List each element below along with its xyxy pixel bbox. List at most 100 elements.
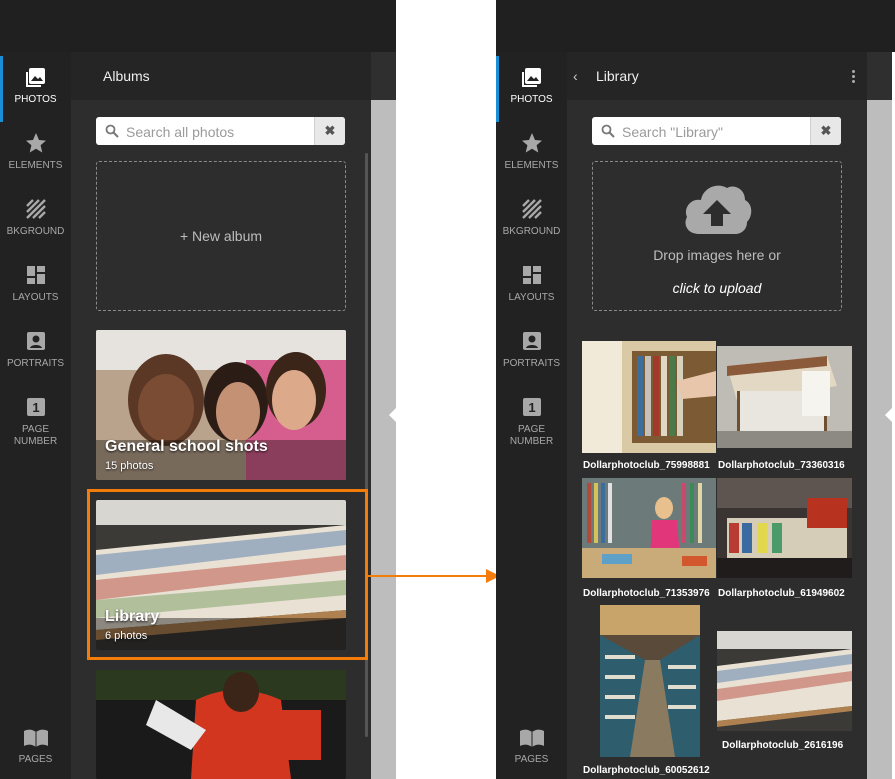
search-icon bbox=[601, 124, 615, 138]
stripes-icon bbox=[25, 199, 46, 219]
photo-image bbox=[717, 346, 852, 448]
upload-dropzone[interactable]: Drop images here or click to upload bbox=[592, 161, 842, 311]
rail-item-portraits[interactable]: PORTRAITS bbox=[0, 330, 71, 370]
canvas-area bbox=[371, 100, 396, 779]
arrow-line bbox=[368, 575, 488, 577]
photo-thumbnail[interactable] bbox=[717, 631, 852, 731]
layout-grid-icon bbox=[522, 266, 541, 284]
photo-thumbnail[interactable] bbox=[582, 341, 716, 453]
rail-label: BKGROUND bbox=[502, 226, 561, 237]
rail-label: PAGE bbox=[517, 424, 546, 435]
rail-label: PAGE bbox=[21, 424, 50, 435]
rail-label: PAGES bbox=[18, 754, 53, 765]
rail-item-photos[interactable]: PHOTOS bbox=[496, 56, 567, 122]
album-card-sports[interactable] bbox=[96, 670, 346, 779]
collapse-panel-icon[interactable] bbox=[885, 408, 892, 422]
drop-text: Drop images here or bbox=[653, 247, 781, 263]
photo-image bbox=[600, 605, 700, 757]
photo-thumbnail[interactable] bbox=[717, 478, 852, 578]
tool-rail: PHOTOS ELEMENTS BKGROUND LAYOUTS PORTRAI… bbox=[496, 52, 567, 779]
star-icon bbox=[25, 133, 46, 153]
rail-label: LAYOUTS bbox=[12, 292, 59, 303]
rail-item-layouts[interactable]: LAYOUTS bbox=[496, 264, 567, 304]
rail-label: PAGES bbox=[514, 754, 549, 765]
search-input[interactable]: Search all photos ✖ bbox=[96, 117, 345, 145]
photo-filename: Dollarphotoclub_73360316 bbox=[718, 460, 845, 471]
new-album-label: + New album bbox=[179, 228, 263, 244]
library-screen: PHOTOS ELEMENTS BKGROUND LAYOUTS PORTRAI… bbox=[496, 0, 895, 779]
rail-item-layouts[interactable]: LAYOUTS bbox=[0, 264, 71, 304]
rail-item-photos[interactable]: PHOTOS bbox=[0, 56, 71, 122]
rail-item-pages[interactable]: PAGES bbox=[0, 728, 71, 765]
cloud-upload-icon bbox=[685, 185, 752, 234]
panel-header: Albums bbox=[71, 52, 371, 100]
photo-image bbox=[717, 631, 852, 731]
rail-label: LAYOUTS bbox=[508, 292, 555, 303]
star-icon bbox=[521, 133, 542, 153]
photo-icon bbox=[25, 68, 45, 87]
photo-icon bbox=[521, 68, 541, 87]
canvas-edge bbox=[371, 52, 396, 779]
clear-search-button[interactable]: ✖ bbox=[314, 117, 345, 145]
stripes-icon bbox=[521, 199, 542, 219]
search-placeholder: Search "Library" bbox=[622, 124, 723, 140]
rail-item-portraits[interactable]: PORTRAITS bbox=[496, 330, 567, 370]
photo-thumbnail[interactable] bbox=[717, 346, 852, 448]
photo-image bbox=[717, 478, 852, 578]
book-icon bbox=[23, 729, 48, 747]
album-cover-image bbox=[96, 330, 346, 480]
rail-label: BKGROUND bbox=[6, 226, 65, 237]
layout-grid-icon bbox=[26, 266, 45, 284]
rail-item-background[interactable]: BKGROUND bbox=[0, 198, 71, 238]
albums-panel: Albums Search all photos ✖ + New album G… bbox=[71, 52, 371, 779]
page-number-icon: 1 bbox=[522, 398, 541, 416]
top-bar bbox=[0, 0, 396, 52]
rail-label: PORTRAITS bbox=[502, 358, 561, 369]
albums-screen: PHOTOS ELEMENTS BKGROUND LAYOUTS PORTRAI… bbox=[0, 0, 396, 779]
search-input[interactable]: Search "Library" ✖ bbox=[592, 117, 841, 145]
photo-filename: Dollarphotoclub_60052612 bbox=[583, 765, 710, 776]
canvas-edge bbox=[867, 52, 892, 779]
rail-label: ELEMENTS bbox=[504, 160, 559, 171]
click-to-upload-link[interactable]: click to upload bbox=[593, 280, 841, 296]
rail-item-pages[interactable]: PAGES bbox=[496, 728, 567, 765]
book-icon bbox=[519, 729, 544, 747]
rail-label: PHOTOS bbox=[510, 94, 553, 105]
more-options-icon[interactable] bbox=[852, 70, 855, 85]
photo-image bbox=[582, 341, 716, 453]
photo-filename: Dollarphotoclub_2616196 bbox=[722, 740, 844, 751]
album-name: General school shots bbox=[105, 438, 268, 455]
photo-filename: Dollarphotoclub_71353976 bbox=[583, 588, 710, 599]
rail-item-page-number[interactable]: 1 PAGE NUMBER bbox=[496, 396, 567, 448]
page-number-icon: 1 bbox=[26, 398, 45, 416]
album-count: 15 photos bbox=[105, 460, 154, 472]
photo-filename: Dollarphotoclub_61949602 bbox=[718, 588, 845, 599]
back-chevron-icon[interactable]: ‹ bbox=[573, 68, 578, 84]
highlight-box bbox=[87, 489, 368, 660]
portrait-icon bbox=[522, 332, 541, 350]
rail-item-page-number[interactable]: 1 PAGE NUMBER bbox=[0, 396, 71, 448]
portrait-icon bbox=[26, 332, 45, 350]
panel-title: Library bbox=[596, 68, 639, 84]
top-bar bbox=[496, 0, 895, 52]
clear-search-button[interactable]: ✖ bbox=[810, 117, 841, 145]
rail-item-elements[interactable]: ELEMENTS bbox=[0, 132, 71, 172]
page-number-glyph: 1 bbox=[528, 400, 535, 415]
page-number-glyph: 1 bbox=[32, 400, 39, 415]
photo-thumbnail[interactable] bbox=[600, 605, 700, 757]
search-icon bbox=[105, 124, 119, 138]
rail-label: PORTRAITS bbox=[6, 358, 65, 369]
album-cover-image bbox=[96, 670, 346, 779]
photo-filename: Dollarphotoclub_75998881 bbox=[583, 460, 710, 471]
album-card-general-school-shots[interactable]: General school shots 15 photos bbox=[96, 330, 346, 480]
panel-header: ‹ Library bbox=[567, 52, 867, 100]
collapse-panel-icon[interactable] bbox=[389, 408, 396, 422]
rail-item-elements[interactable]: ELEMENTS bbox=[496, 132, 567, 172]
photo-thumbnail[interactable] bbox=[582, 478, 716, 578]
photo-image bbox=[582, 478, 716, 578]
rail-label: NUMBER bbox=[509, 436, 554, 447]
new-album-button[interactable]: + New album bbox=[96, 161, 346, 311]
canvas-area bbox=[867, 100, 892, 779]
library-panel: ‹ Library Search "Library" ✖ Drop images… bbox=[567, 52, 867, 779]
rail-item-background[interactable]: BKGROUND bbox=[496, 198, 567, 238]
